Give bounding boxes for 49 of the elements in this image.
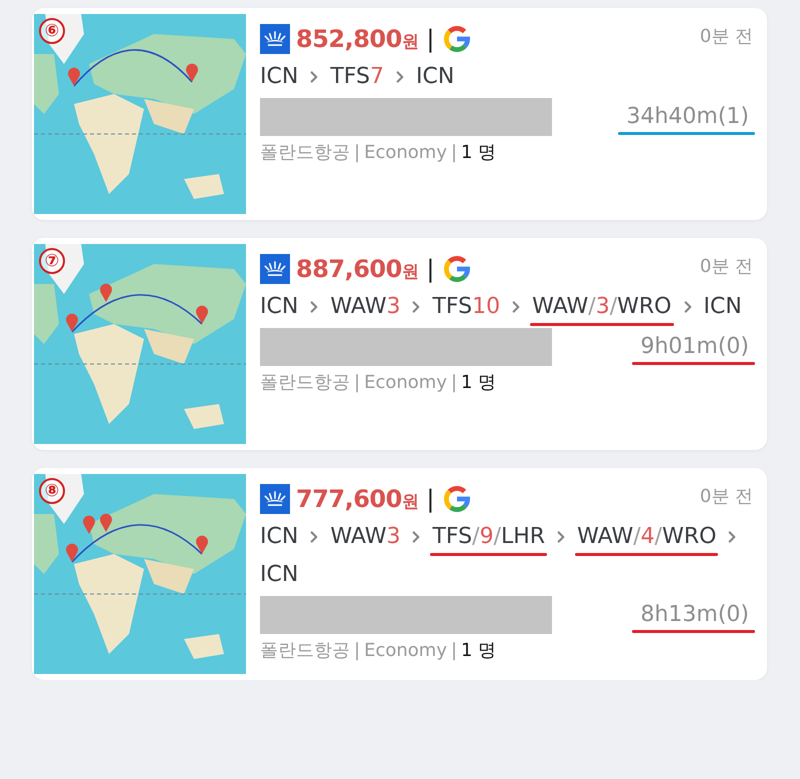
- divider: |: [426, 25, 434, 53]
- sunrise-logo-icon: [260, 24, 290, 54]
- airline: 폴란드항공: [260, 639, 350, 662]
- route-stop: WAW3: [330, 293, 400, 321]
- sunrise-logo-icon: [260, 484, 290, 514]
- cabin-class: Economy: [364, 372, 447, 392]
- cabin-class: Economy: [364, 640, 447, 660]
- passenger-count: 1 명: [461, 371, 496, 394]
- route-stop: WAW/3/WRO: [532, 292, 672, 322]
- route-stop: ICN: [260, 63, 298, 91]
- route-stop: ICN: [416, 63, 454, 91]
- flight-card[interactable]: ⑦ 887,600원 | 0분 전 ICN WAW3 TFS10 WAW/3/WRO ICN 9h01m(0) 폴란드항공 | Economy | 1 명: [32, 238, 767, 450]
- divider: |: [426, 255, 434, 283]
- google-g-icon: [442, 484, 472, 514]
- route-stop: ICN: [704, 293, 742, 321]
- posted-time: 0분 전: [700, 255, 753, 278]
- flight-card[interactable]: ⑧ 777,600원 | 0분 전 ICN WAW3 TFS/9/LHR WAW/4/WRO ICN 8h13m(0) 폴란드항공 | Economy | 1 명: [32, 468, 767, 680]
- separator: |: [354, 640, 360, 660]
- sunrise-logo-icon: [260, 254, 290, 284]
- separator: |: [450, 372, 458, 392]
- duration: 9h01m(0): [634, 334, 753, 360]
- route-stop: ICN: [260, 293, 298, 321]
- route-stop: WAW/4/WRO: [577, 522, 716, 552]
- separator: |: [450, 142, 458, 162]
- separator: |: [354, 372, 360, 392]
- airline: 폴란드항공: [260, 141, 350, 164]
- duration: 34h40m(1): [620, 104, 753, 130]
- separator: |: [450, 640, 458, 660]
- passenger-count: 1 명: [461, 639, 496, 662]
- cabin-class: Economy: [364, 142, 447, 162]
- posted-time: 0분 전: [700, 25, 753, 48]
- route-stop: ICN: [260, 523, 298, 551]
- price: 887,600원: [296, 255, 418, 283]
- separator: |: [354, 142, 360, 162]
- route-stop: TFS7: [330, 63, 384, 91]
- google-g-icon: [442, 24, 472, 54]
- duration: 8h13m(0): [634, 602, 753, 628]
- route-stop: TFS/9/LHR: [432, 522, 546, 552]
- route-stop: ICN: [260, 561, 298, 589]
- google-g-icon: [442, 254, 472, 284]
- airline: 폴란드항공: [260, 371, 350, 394]
- route-stop: WAW3: [330, 523, 400, 551]
- price: 852,800원: [296, 25, 418, 53]
- divider: |: [426, 485, 434, 513]
- price: 777,600원: [296, 485, 418, 513]
- posted-time: 0분 전: [700, 485, 753, 508]
- flight-card[interactable]: ⑥ 852,800원 | 0분 전 ICN TFS7 ICN 34h40m(1) 폴란드항공 | Economy | 1 명: [32, 8, 767, 220]
- route-stop: TFS10: [432, 293, 500, 321]
- passenger-count: 1 명: [461, 141, 496, 164]
